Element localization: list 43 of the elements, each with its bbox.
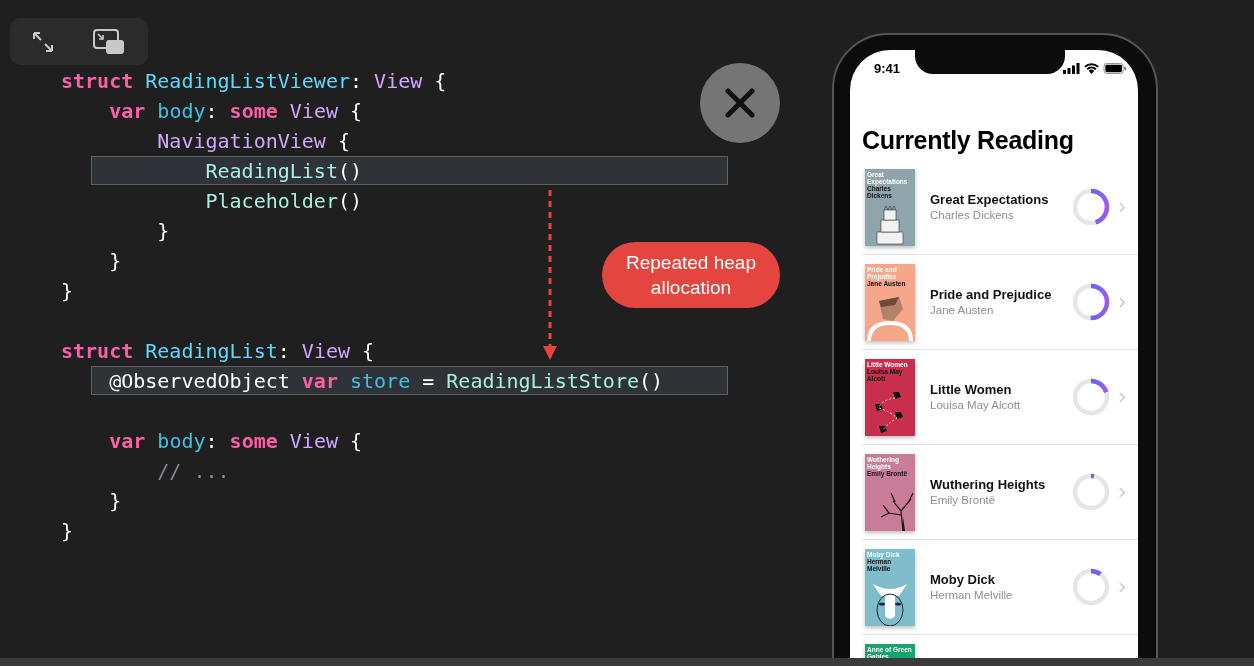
expand-icon[interactable] <box>31 29 55 54</box>
code-line: var body: some View { <box>108 429 363 453</box>
book-author: Herman Melville <box>930 587 1014 603</box>
book-author: Emily Brontë <box>930 492 997 508</box>
book-title: Pride and Prejudice <box>930 286 1053 303</box>
progress-ring <box>1071 187 1111 227</box>
code-line: } <box>61 279 74 303</box>
screen-title: Currently Reading <box>861 125 1075 156</box>
code-line: struct ReadingList: View { <box>61 339 375 363</box>
chevron-icon <box>1119 581 1126 593</box>
book-title: Wuthering Heights <box>930 476 1047 493</box>
book-title: Great Expectations <box>930 191 1050 208</box>
close-icon <box>725 88 755 118</box>
code-line: // ... <box>156 459 230 483</box>
book-author: Louisa May Alcott <box>930 397 1022 413</box>
progress-ring <box>1071 282 1111 322</box>
status-time: 9:41 <box>874 60 901 76</box>
book-title: Little Women <box>930 381 1013 398</box>
code-line: var body: some View { <box>108 99 363 123</box>
progress-ring <box>1071 567 1111 607</box>
progress-ring <box>1071 377 1111 417</box>
wifi-icon <box>1084 62 1099 74</box>
code-line: struct ReadingListViewer: View { <box>61 69 447 93</box>
code-line: } <box>156 219 170 243</box>
picture-in-picture-icon[interactable] <box>93 28 125 55</box>
battery-icon <box>1103 62 1127 74</box>
chevron-icon <box>1119 201 1126 213</box>
callout-bubble: Repeated heap allocation <box>602 242 780 308</box>
book-title: Moby Dick <box>930 571 996 588</box>
code-line: } <box>108 249 122 273</box>
book-author: Charles Dickens <box>930 207 1015 223</box>
chevron-icon <box>1119 296 1126 308</box>
chevron-icon <box>1119 391 1126 403</box>
code-line: @ObservedObject var store = ReadingListStore() <box>108 369 664 393</box>
code-line: ReadingList() <box>204 159 363 183</box>
code-line: } <box>108 489 122 513</box>
code-line: Placeholder() <box>204 189 363 213</box>
signal-icon <box>1063 62 1080 74</box>
chevron-icon <box>1119 486 1126 498</box>
code-line: NavigationView { <box>156 129 350 153</box>
progress-ring <box>1071 472 1111 512</box>
book-author: Jane Austen <box>930 302 995 318</box>
code-line: } <box>61 519 74 543</box>
